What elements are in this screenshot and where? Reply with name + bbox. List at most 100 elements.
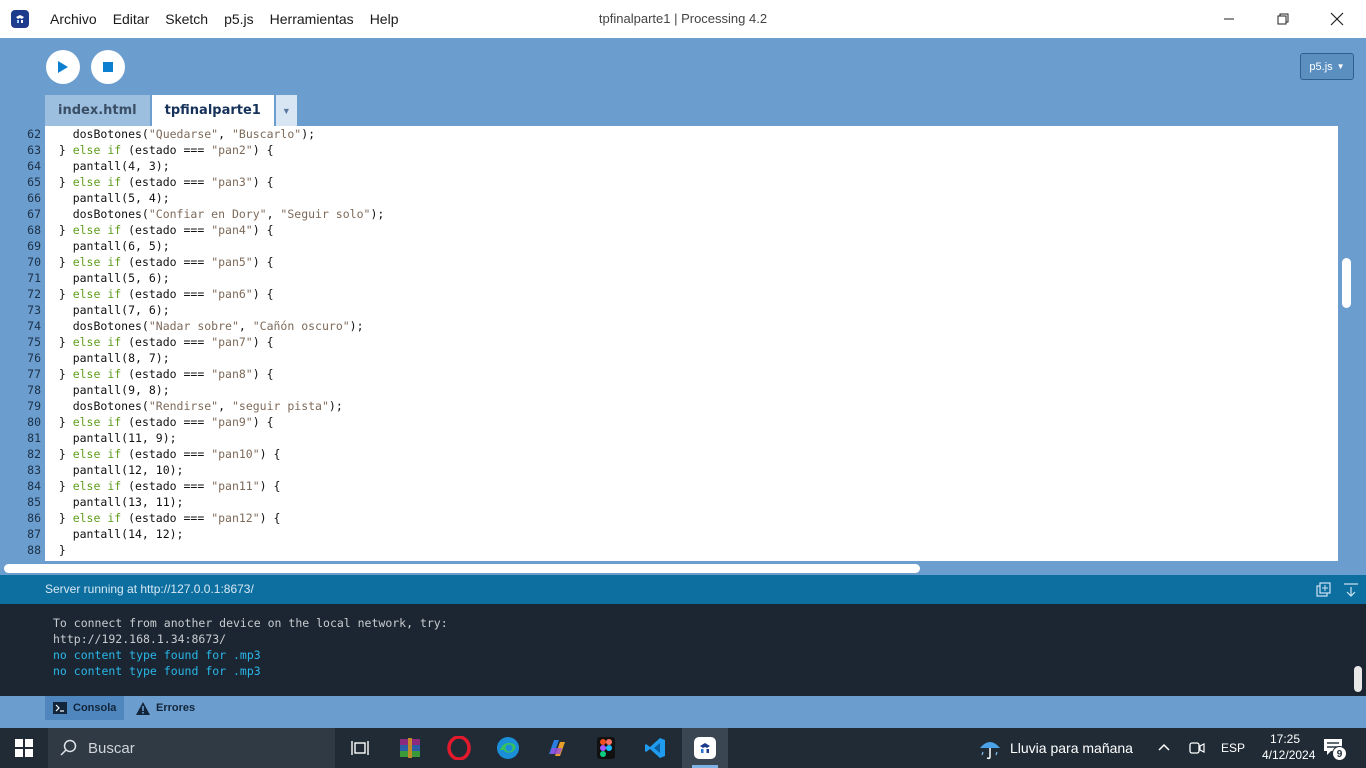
task-view-icon[interactable] bbox=[346, 734, 374, 762]
tab-tpfinalparte1[interactable]: tpfinalparte1 bbox=[149, 95, 274, 126]
code-line[interactable]: pantall(13, 11); bbox=[45, 494, 184, 510]
close-button[interactable] bbox=[1314, 0, 1360, 38]
code-line[interactable]: } else if (estado === "pan11") { bbox=[45, 478, 281, 494]
restore-button[interactable] bbox=[1260, 0, 1306, 38]
tab-menu-button[interactable]: ▼ bbox=[275, 95, 297, 126]
menu-sketch[interactable]: Sketch bbox=[157, 0, 216, 38]
code-line[interactable]: pantall(4, 3); bbox=[45, 158, 170, 174]
play-icon bbox=[58, 61, 68, 73]
code-line[interactable]: pantall(14, 12); bbox=[45, 526, 184, 542]
opera-icon[interactable] bbox=[445, 734, 473, 762]
search-placeholder: Buscar bbox=[88, 739, 135, 757]
code-line[interactable]: pantall(9, 8); bbox=[45, 382, 170, 398]
weather-text[interactable]: Lluvia para mañana bbox=[1010, 740, 1133, 756]
taskbar-search[interactable]: Buscar bbox=[48, 728, 335, 768]
clock-date: 4/12/2024 bbox=[1262, 748, 1316, 762]
code-token: } bbox=[45, 335, 73, 349]
console-scrollbar-thumb[interactable] bbox=[1354, 666, 1362, 692]
line-number: 82 bbox=[27, 447, 41, 461]
menu-p5js[interactable]: p5.js bbox=[216, 0, 262, 38]
stop-icon bbox=[103, 62, 113, 72]
code-line[interactable]: pantall(7, 6); bbox=[45, 302, 170, 318]
search-icon bbox=[60, 739, 77, 756]
horizontal-scrollbar-thumb[interactable] bbox=[4, 564, 920, 573]
mode-selector[interactable]: p5.js ▼ bbox=[1300, 53, 1354, 80]
processing-taskbar-icon[interactable] bbox=[682, 728, 728, 768]
code-line[interactable]: dosBotones("Quedarse", "Buscarlo"); bbox=[45, 126, 315, 142]
vertical-scrollbar[interactable] bbox=[1338, 126, 1366, 561]
run-button[interactable] bbox=[46, 50, 80, 84]
code-line[interactable]: pantall(11, 9); bbox=[45, 430, 177, 446]
code-keyword: else if bbox=[72, 223, 122, 237]
menu-editar[interactable]: Editar bbox=[105, 0, 158, 38]
code-line[interactable]: pantall(5, 4); bbox=[45, 190, 170, 206]
close-icon bbox=[1330, 12, 1344, 26]
code-line[interactable]: } else if (estado === "pan7") { bbox=[45, 334, 274, 350]
stop-button[interactable] bbox=[91, 50, 125, 84]
code-line[interactable]: } else if (estado === "pan8") { bbox=[45, 366, 274, 382]
edge-icon[interactable] bbox=[494, 734, 522, 762]
code-token: } bbox=[45, 255, 73, 269]
minimize-button[interactable] bbox=[1206, 0, 1252, 38]
start-button[interactable] bbox=[0, 728, 48, 768]
code-token: (estado === bbox=[121, 287, 212, 301]
code-line[interactable]: pantall(6, 5); bbox=[45, 238, 170, 254]
line-number: 76 bbox=[27, 351, 41, 365]
figma-icon[interactable] bbox=[592, 734, 620, 762]
code-token: (estado === bbox=[121, 175, 212, 189]
copilot-icon[interactable] bbox=[543, 734, 571, 762]
code-line[interactable]: pantall(8, 7); bbox=[45, 350, 170, 366]
code-line[interactable]: pantall(5, 6); bbox=[45, 270, 170, 286]
code-keyword: else if bbox=[72, 255, 122, 269]
code-line[interactable]: } else if (estado === "pan9") { bbox=[45, 414, 274, 430]
vscode-icon[interactable] bbox=[641, 734, 669, 762]
menu-help[interactable]: Help bbox=[362, 0, 407, 38]
tab-errores[interactable]: Errores bbox=[128, 696, 203, 720]
code-line[interactable]: } else if (estado === "pan10") { bbox=[45, 446, 281, 462]
menu-herramientas[interactable]: Herramientas bbox=[262, 0, 362, 38]
meet-now-icon[interactable] bbox=[1189, 740, 1205, 761]
menu-archivo[interactable]: Archivo bbox=[42, 0, 105, 38]
language-indicator[interactable]: ESP bbox=[1221, 741, 1245, 755]
chevron-up-icon[interactable] bbox=[1157, 740, 1171, 758]
console-line: no content type found for .mp3 bbox=[53, 664, 261, 678]
notifications-button[interactable]: 9 bbox=[1323, 738, 1349, 761]
menu-bar: Archivo Editar Sketch p5.js Herramientas… bbox=[42, 0, 406, 38]
code-token: (estado === bbox=[121, 479, 212, 493]
code-string: "Nadar sobre" bbox=[148, 319, 239, 333]
code-token: } bbox=[45, 143, 73, 157]
code-line[interactable]: } else if (estado === "pan12") { bbox=[45, 510, 281, 526]
code-line[interactable]: pantall(12, 10); bbox=[45, 462, 184, 478]
collapse-console-icon[interactable] bbox=[1343, 582, 1359, 597]
line-number: 80 bbox=[27, 415, 41, 429]
winrar-icon[interactable] bbox=[396, 734, 424, 762]
tab-consola[interactable]: Consola bbox=[45, 696, 125, 720]
code-line[interactable]: dosBotones("Rendirse", "seguir pista"); bbox=[45, 398, 343, 414]
code-keyword: else if bbox=[72, 175, 122, 189]
tab-index-html[interactable]: index.html bbox=[45, 95, 150, 126]
code-token: pantall(11, 9); bbox=[45, 431, 177, 445]
vertical-scrollbar-thumb[interactable] bbox=[1342, 258, 1351, 308]
horizontal-scrollbar[interactable] bbox=[0, 561, 1366, 575]
code-token: dosBotones( bbox=[45, 319, 149, 333]
code-text-area[interactable]: dosBotones("Quedarse", "Buscarlo"); } el… bbox=[45, 126, 1338, 561]
clock[interactable]: 17:25 4/12/2024 bbox=[1262, 731, 1316, 764]
code-token: } bbox=[45, 447, 73, 461]
code-line[interactable]: } else if (estado === "pan6") { bbox=[45, 286, 274, 302]
code-line[interactable]: } else if (estado === "pan5") { bbox=[45, 254, 274, 270]
line-number: 72 bbox=[27, 287, 41, 301]
code-keyword: else if bbox=[72, 415, 122, 429]
code-line[interactable]: } else if (estado === "pan4") { bbox=[45, 222, 274, 238]
code-line[interactable]: dosBotones("Confiar en Dory", "Seguir so… bbox=[45, 206, 385, 222]
windows-logo-icon bbox=[15, 739, 33, 757]
code-line[interactable]: } else if (estado === "pan2") { bbox=[45, 142, 274, 158]
code-token: } bbox=[45, 223, 73, 237]
line-number: 83 bbox=[27, 463, 41, 477]
code-line[interactable]: } bbox=[45, 542, 66, 558]
weather-icon[interactable] bbox=[976, 734, 1004, 762]
processing-app-icon[interactable] bbox=[11, 10, 29, 28]
code-line[interactable]: } else if (estado === "pan3") { bbox=[45, 174, 274, 190]
code-line[interactable]: dosBotones("Nadar sobre", "Cañón oscuro"… bbox=[45, 318, 364, 334]
copy-console-icon[interactable] bbox=[1316, 582, 1331, 597]
code-token: (estado === bbox=[121, 335, 212, 349]
